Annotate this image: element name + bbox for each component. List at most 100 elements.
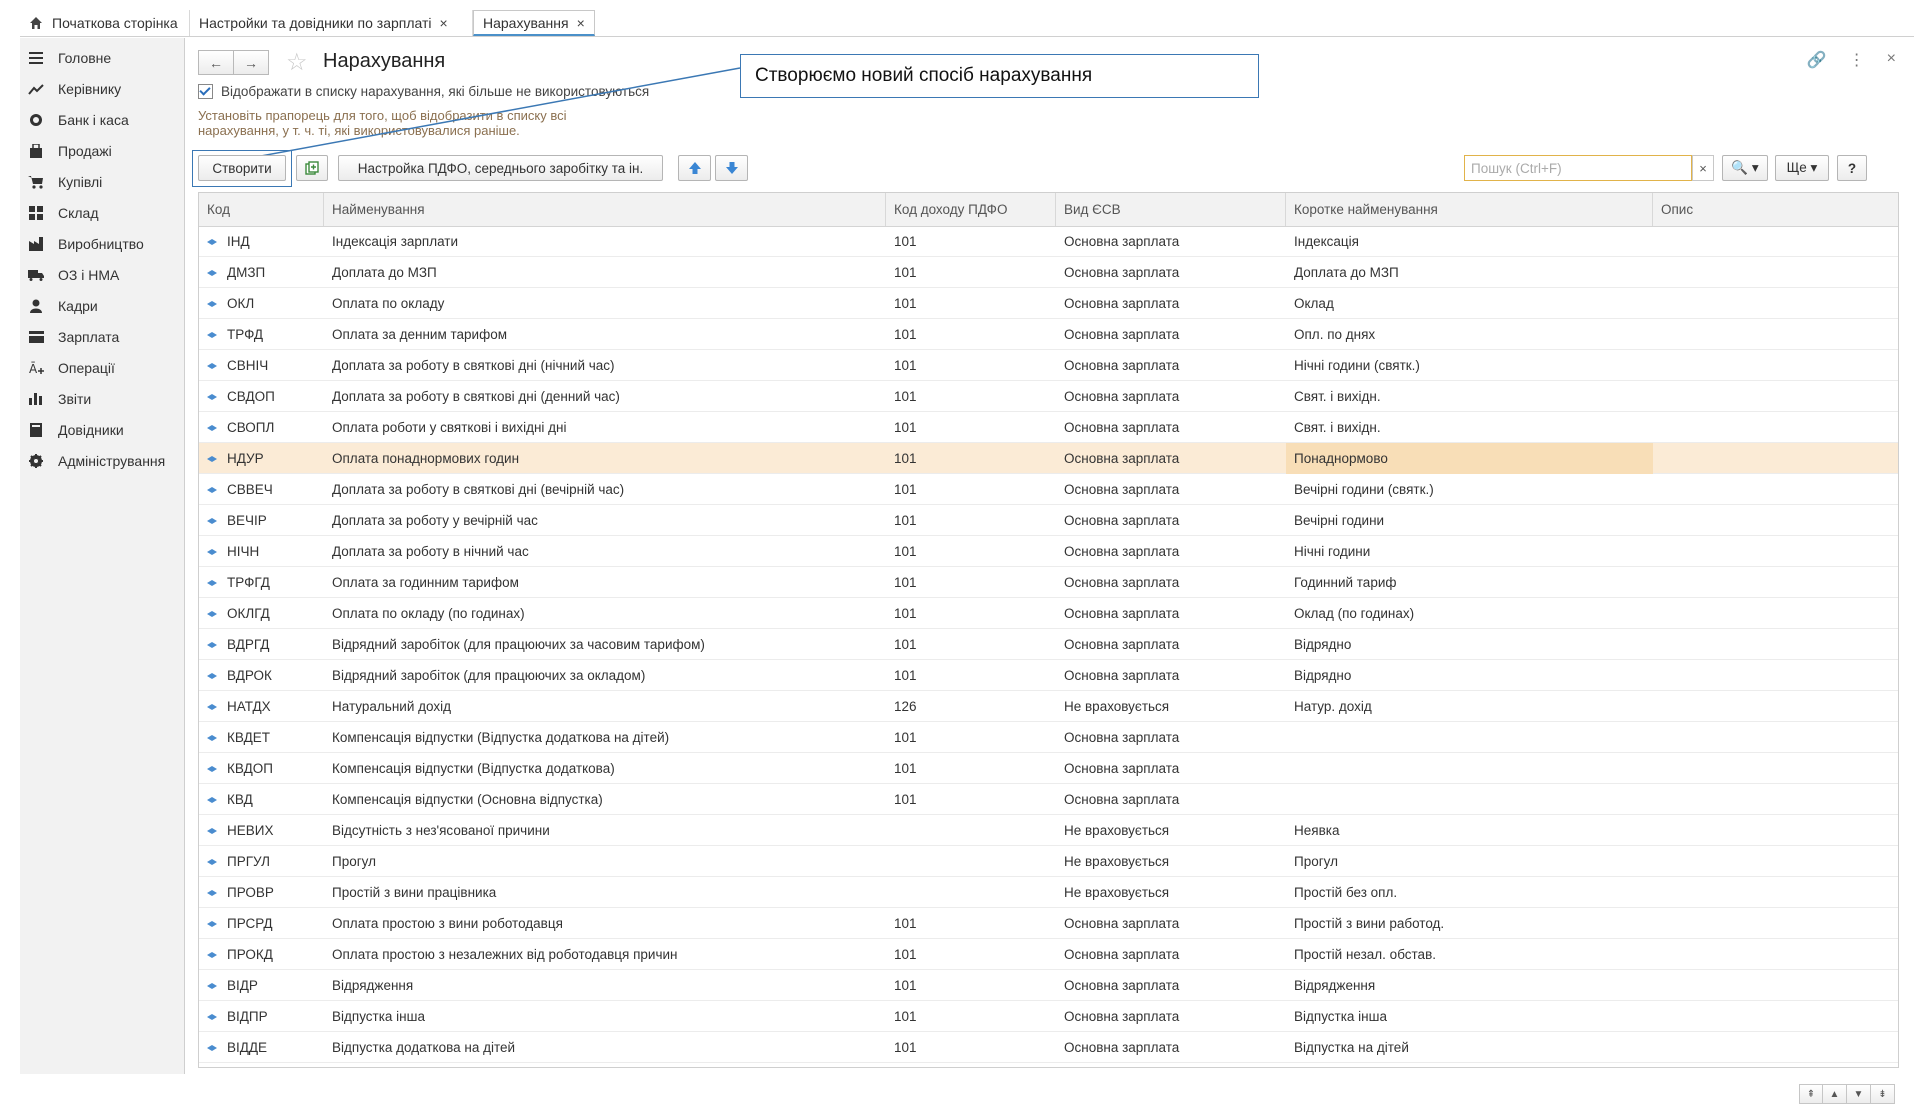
sidebar-item-sales[interactable]: Продажі <box>28 135 112 167</box>
table-row[interactable]: КВДОП Компенсація відпустки (Відпустка до… <box>199 753 1898 784</box>
cell-text: Нічні години (святк.) <box>1294 358 1420 373</box>
table-row[interactable]: КВДЕТ Компенсація відпустки (Відпустка до… <box>199 722 1898 753</box>
sidebar-item-assets[interactable]: ОЗ і НМА <box>28 259 119 291</box>
table-row[interactable]: ВЕЧІР Доплата за роботу у вечірній час 101… <box>199 505 1898 536</box>
table-row[interactable]: НЕВИХ Відсутність з нез'ясованої причини Н… <box>199 815 1898 846</box>
table-row[interactable]: ВІДДЕ Відпустка додаткова на дітей 101 Осно… <box>199 1032 1898 1063</box>
cell-text: Оплата понаднормових годин <box>332 451 520 466</box>
table-row[interactable]: ПРОВР Простій з вини працівника Не врахову… <box>199 877 1898 908</box>
pdfo-settings-button[interactable]: Настройка ПДФО, середнього заробітку та … <box>338 155 663 181</box>
table-row[interactable]: ДМЗП Доплата до МЗП 101 Основна зарплата Доп… <box>199 257 1898 288</box>
cell-text: 101 <box>894 482 917 497</box>
scroll-first-button[interactable]: ⇞ <box>1799 1084 1823 1104</box>
sidebar-item-administration[interactable]: Адміністрування <box>28 445 165 477</box>
cell-esv-type: Основна зарплата <box>1056 536 1286 567</box>
show-unused-option[interactable]: Відображати в списку нарахування, які бі… <box>198 84 649 99</box>
column-header-description[interactable]: Опис <box>1653 193 1898 226</box>
sidebar-item-hr[interactable]: Кадри <box>28 290 98 322</box>
cell-description <box>1653 443 1898 474</box>
table-row[interactable]: ВДРГД Відрядний заробіток (для працюючих … <box>199 629 1898 660</box>
cell-description <box>1653 474 1898 505</box>
cell-text: Основна зарплата <box>1064 513 1180 528</box>
sidebar-item-label: Керівнику <box>58 81 122 97</box>
sidebar-item-manager[interactable]: Керівнику <box>28 73 121 105</box>
scroll-last-button[interactable]: ⇟ <box>1871 1084 1895 1104</box>
table-row[interactable]: ПРОКД Оплата простою з незалежних від роб… <box>199 939 1898 970</box>
row-marker-icon <box>207 610 217 617</box>
sidebar-item-salary[interactable]: Зарплата <box>28 321 119 353</box>
tab-close-icon[interactable]: × <box>577 15 585 31</box>
cell-text: Основна зарплата <box>1064 451 1180 466</box>
cell-esv-type: Основна зарплата <box>1056 288 1286 319</box>
column-header-short-name[interactable]: Коротке найменування <box>1286 193 1653 226</box>
accruals-table[interactable]: Код Найменування Код доходу ПДФО Вид ЄСВ… <box>198 192 1899 1068</box>
column-header-code[interactable]: Код <box>199 193 324 226</box>
favorite-star-icon[interactable]: ☆ <box>286 48 308 77</box>
sidebar-item-operations[interactable]: Ā Операції <box>28 352 115 384</box>
link-icon[interactable]: 🔗 <box>1807 50 1827 70</box>
cell-code: ВДРОК <box>199 660 324 691</box>
cell-description <box>1653 939 1898 970</box>
column-header-pdfo-code[interactable]: Код доходу ПДФО <box>886 193 1056 226</box>
cell-pdfo-code: 101 <box>886 722 1056 753</box>
table-row[interactable]: ТРФД Оплата за денним тарифом 101 Основна з… <box>199 319 1898 350</box>
close-icon[interactable]: × <box>1887 50 1896 70</box>
table-row[interactable]: ОКЛ Оплата по окладу 101 Основна зарплата Ок… <box>199 288 1898 319</box>
scroll-down-button[interactable]: ▼ <box>1847 1084 1871 1104</box>
cell-text: Простій без опл. <box>1294 885 1398 900</box>
sidebar-item-warehouse[interactable]: Склад <box>28 197 99 229</box>
sidebar-item-main[interactable]: Головне <box>28 42 111 74</box>
cell-description <box>1653 381 1898 412</box>
help-button[interactable]: ? <box>1837 155 1867 181</box>
cell-code: СВОПЛ <box>199 412 324 443</box>
tab-home[interactable]: Початкова сторінка <box>20 10 190 36</box>
row-marker-icon <box>207 951 217 958</box>
table-row[interactable]: СВВЕЧ Доплата за роботу в святкові дні (в… <box>199 474 1898 505</box>
table-row[interactable]: СВДОП Доплата за роботу в святкові дні (д… <box>199 381 1898 412</box>
show-unused-checkbox[interactable] <box>198 84 213 99</box>
cell-esv-type: Основна зарплата <box>1056 412 1286 443</box>
table-row[interactable]: НІЧН Доплата за роботу в нічний час 101 Осн… <box>199 536 1898 567</box>
move-down-button[interactable] <box>715 155 748 181</box>
sidebar-item-bank[interactable]: Банк і каса <box>28 104 129 136</box>
tab-salary-settings[interactable]: Настройки та довідники по зарплаті × <box>190 10 473 36</box>
find-button[interactable]: 🔍 ▾ <box>1722 155 1768 181</box>
cell-text: Доплата за роботу в святкові дні (нічний… <box>332 358 615 373</box>
table-row[interactable]: ТРФГД Оплата за годинним тарифом 101 Основн… <box>199 567 1898 598</box>
table-row[interactable]: ПРСРД Оплата простою з вини роботодавця 10… <box>199 908 1898 939</box>
table-row[interactable]: НДУР Оплата понаднормових годин 101 Основна… <box>199 443 1898 474</box>
table-row[interactable]: ВДРОК Відрядний заробіток (для працюючих … <box>199 660 1898 691</box>
table-row[interactable]: СВОПЛ Оплата роботи у святкові і вихідні … <box>199 412 1898 443</box>
table-row[interactable]: КВД Компенсація відпустки (Основна відпус… <box>199 784 1898 815</box>
cell-text: Основна зарплата <box>1064 234 1180 249</box>
table-row[interactable]: НАТДХ Натуральний дохід 126 Не враховується… <box>199 691 1898 722</box>
copy-button[interactable] <box>296 155 328 181</box>
table-row[interactable]: ІНД Індексація зарплати 101 Основна зарплат… <box>199 226 1898 257</box>
create-button[interactable]: Створити <box>198 155 286 181</box>
table-row[interactable]: ПРГУЛ Прогул Не враховується Прогул <box>199 846 1898 877</box>
tab-close-icon[interactable]: × <box>440 15 448 31</box>
tab-accruals[interactable]: Нарахування × <box>473 10 595 36</box>
forward-button[interactable]: → <box>234 50 269 75</box>
more-button[interactable]: Ще ▾ <box>1775 155 1829 181</box>
search-input[interactable]: Пошук (Ctrl+F) <box>1464 155 1692 181</box>
cell-text: 101 <box>894 668 917 683</box>
back-button[interactable]: ← <box>198 50 234 75</box>
sidebar-item-purchases[interactable]: Купівлі <box>28 166 102 198</box>
move-up-button[interactable] <box>678 155 711 181</box>
table-row[interactable]: ВІДР Відрядження 101 Основна зарплата Відряд… <box>199 970 1898 1001</box>
sidebar-item-directories[interactable]: Довідники <box>28 414 124 446</box>
table-row[interactable]: ВІДПР Відпустка інша 101 Основна зарплата Ві… <box>199 1001 1898 1032</box>
scroll-up-button[interactable]: ▲ <box>1823 1084 1847 1104</box>
column-header-name[interactable]: Найменування <box>324 193 886 226</box>
tab-salary-settings-label: Настройки та довідники по зарплаті <box>199 15 432 31</box>
sidebar-item-production[interactable]: Виробництво <box>28 228 144 260</box>
cell-pdfo-code: 101 <box>886 908 1056 939</box>
table-row[interactable]: СВНІЧ Доплата за роботу в святкові дні (н… <box>199 350 1898 381</box>
table-row[interactable]: ОКЛГД Оплата по окладу (по годинах) 101 Осн… <box>199 598 1898 629</box>
cell-pdfo-code: 101 <box>886 412 1056 443</box>
search-clear-icon[interactable]: × <box>1692 155 1714 181</box>
more-vertical-icon[interactable]: ⋮ <box>1849 50 1865 70</box>
sidebar-item-reports[interactable]: Звіти <box>28 383 91 415</box>
column-header-esv-type[interactable]: Вид ЄСВ <box>1056 193 1286 226</box>
